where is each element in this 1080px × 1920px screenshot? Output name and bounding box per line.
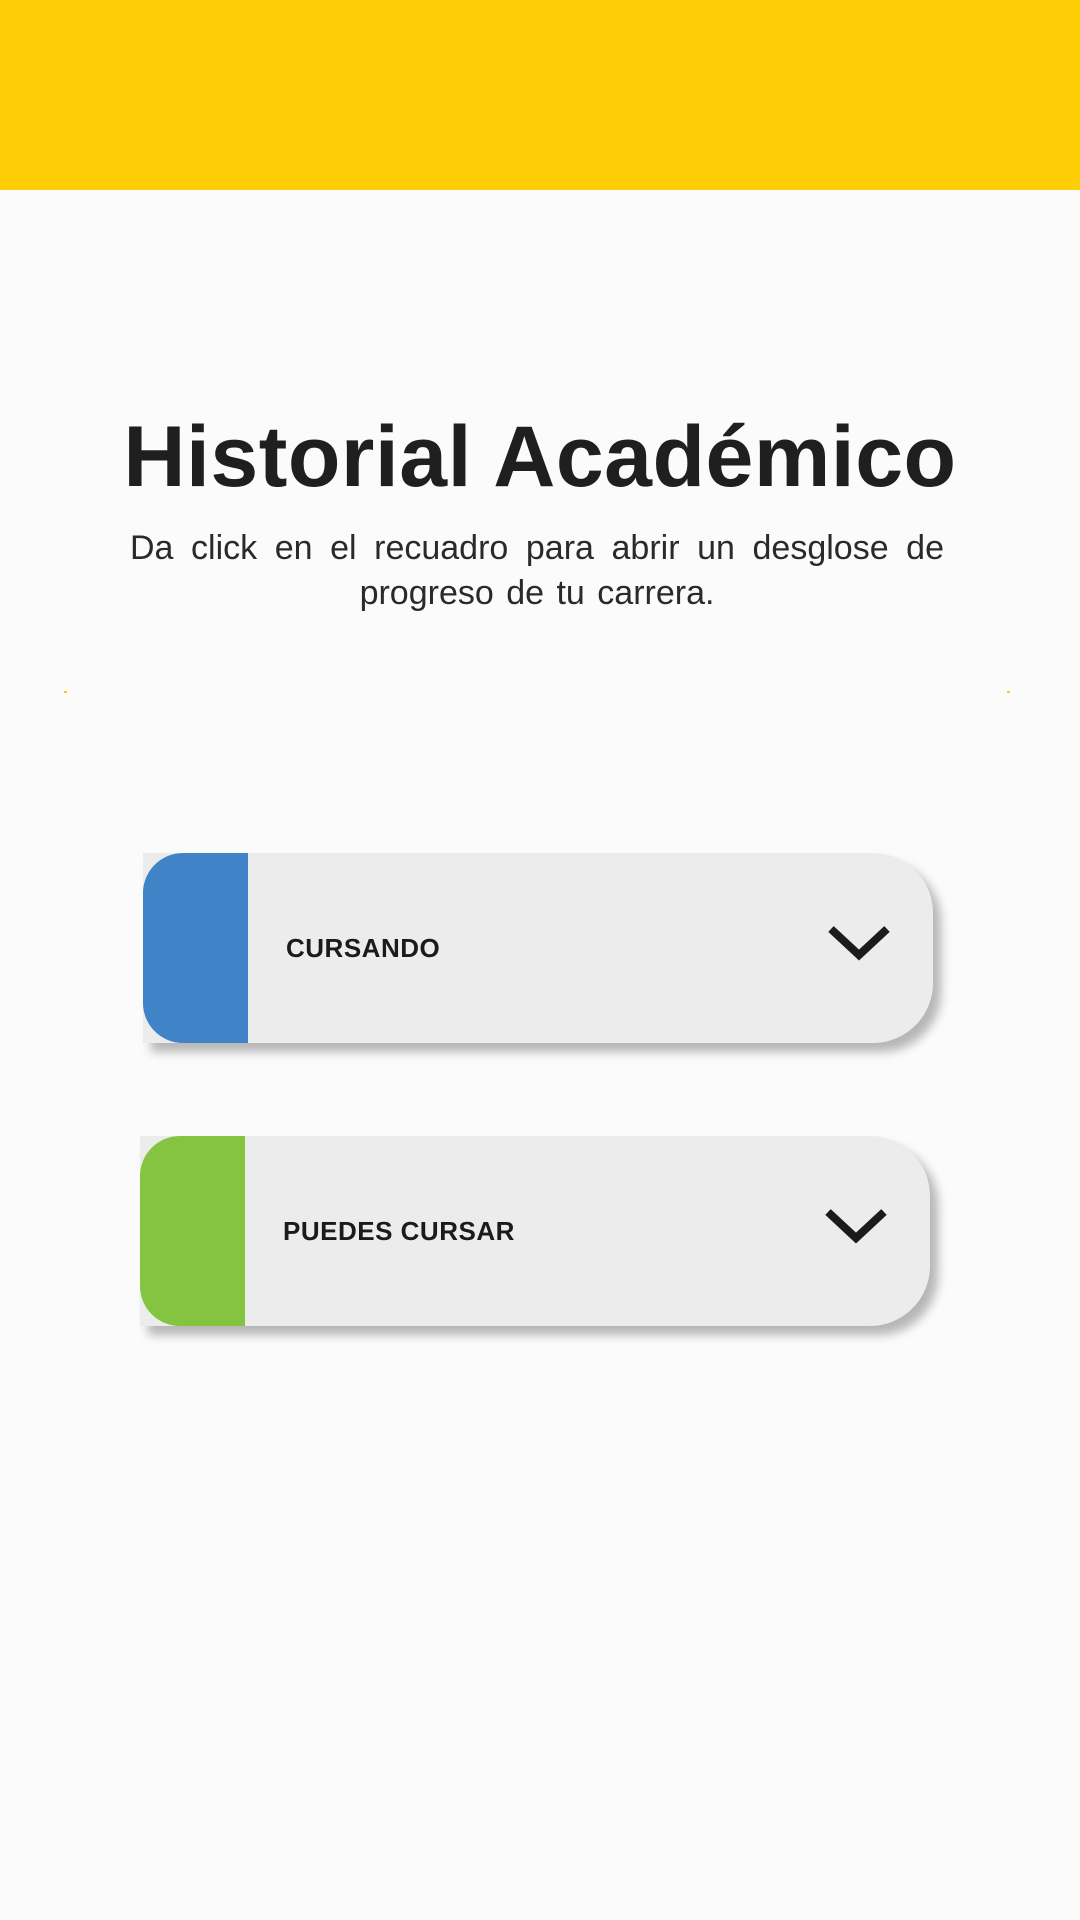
puedes-cursar-label: PUEDES CURSAR xyxy=(283,1216,515,1246)
chevron-down-icon[interactable] xyxy=(824,1208,888,1244)
chevron-down-icon[interactable] xyxy=(827,925,891,961)
top-bar xyxy=(0,0,1080,190)
puedes-cursar-color-tab xyxy=(140,1136,245,1326)
puedes-cursar-dropdown[interactable]: PUEDES CURSAR xyxy=(140,1136,930,1326)
page-subtitle: Da click en el recuadro para abrir un de… xyxy=(130,529,944,612)
decorative-dot xyxy=(1007,691,1010,693)
page-title: Historial Académico xyxy=(123,409,957,505)
cursando-color-tab xyxy=(143,853,248,1043)
cursando-dropdown[interactable]: CURSANDO xyxy=(143,853,933,1043)
cursando-label: CURSANDO xyxy=(286,933,441,963)
decorative-dot xyxy=(64,691,67,693)
